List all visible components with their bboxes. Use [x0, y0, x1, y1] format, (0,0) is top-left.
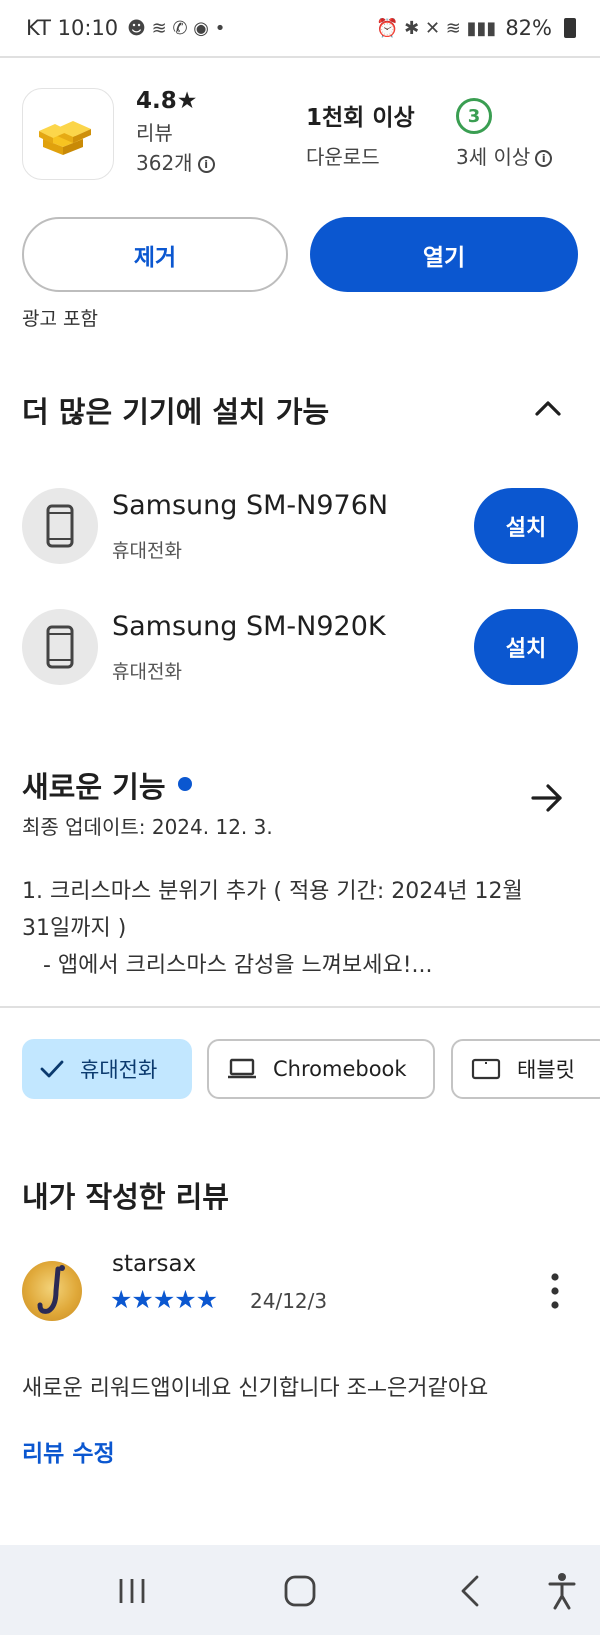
rating-stat[interactable]: 4.8★ 리뷰 362개 i: [136, 88, 215, 178]
age-label-text: 3세 이상: [456, 145, 531, 169]
accessibility-icon: [548, 1573, 576, 1610]
battery-icon: [564, 18, 576, 38]
chip-label: Chromebook: [273, 1057, 407, 1081]
open-button[interactable]: 열기: [310, 217, 578, 292]
navigation-bar: [0, 1545, 600, 1635]
whats-new-title: 새로운 기능: [22, 770, 166, 804]
reviews-count: 362개: [136, 151, 193, 175]
chevron-up-icon[interactable]: [533, 398, 563, 418]
arrow-right-icon[interactable]: [530, 783, 564, 813]
status-left: KT 10:10 ☻ ≋ ✆ ◉ •: [26, 16, 225, 40]
system-status-icons: ⏰ ✱ ✕ ≋ ▮▮▮: [376, 17, 497, 39]
notification-icons: ☻ ≋ ✆ ◉ •: [127, 17, 226, 39]
age-label: 3세 이상 i: [456, 142, 553, 172]
downloads-label: 다운로드: [306, 145, 380, 169]
chip-label: 휴대전화: [80, 1058, 158, 1082]
check-icon: [40, 1060, 64, 1078]
tablet-icon: [471, 1058, 501, 1080]
app-icon: [22, 88, 114, 180]
back-button[interactable]: [450, 1568, 490, 1614]
accessibility-button[interactable]: [542, 1568, 582, 1614]
whats-new-header[interactable]: 새로운 기능: [22, 764, 192, 806]
review-text: 새로운 리워드앱이네요 신기합니다 조ㅗ은거같아요: [22, 1376, 489, 1401]
install-button[interactable]: 설치: [474, 609, 578, 685]
device-name: Samsung SM-N976N: [112, 490, 389, 521]
new-indicator-dot: [177, 777, 192, 791]
rating-value: 4.8★: [136, 88, 198, 114]
whats-new-line: 31일까지 ): [22, 916, 127, 941]
install-button[interactable]: 설치: [474, 488, 578, 564]
whats-new-line: 1. 크리스마스 분위기 추가 ( 적용 기간: 2024년 12월: [22, 879, 523, 904]
more-vert-icon[interactable]: [547, 1271, 563, 1311]
saxophone-icon: [37, 1265, 65, 1314]
device-name: Samsung SM-N920K: [112, 611, 386, 642]
chip-chromebook[interactable]: Chromebook: [207, 1039, 435, 1099]
whats-new-text: 1. 크리스마스 분위기 추가 ( 적용 기간: 2024년 12월 31일까지…: [22, 873, 572, 984]
recent-apps-button[interactable]: [112, 1568, 152, 1614]
info-icon[interactable]: i: [197, 156, 215, 173]
home-icon: [284, 1575, 316, 1607]
recents-icon: [119, 1579, 145, 1603]
remove-button[interactable]: 제거: [22, 217, 288, 292]
info-icon[interactable]: i: [535, 150, 553, 167]
downloads-stat: 1천회 이상 다운로드: [306, 98, 415, 172]
star-rating: ★★★★★: [110, 1285, 218, 1314]
phone-icon: [22, 609, 98, 685]
reviews-label: 리뷰 362개 i: [136, 118, 215, 178]
home-button[interactable]: [280, 1568, 320, 1614]
reviews-label-text: 리뷰: [136, 121, 173, 145]
phone-icon: [22, 488, 98, 564]
ad-notice: 광고 포함: [22, 308, 98, 330]
last-updated: 최종 업데이트: 2024. 12. 3.: [22, 815, 273, 839]
back-icon: [461, 1575, 479, 1607]
gold-bars-icon: [39, 121, 91, 155]
status-bar: KT 10:10 ☻ ≋ ✆ ◉ • ⏰ ✱ ✕ ≋ ▮▮▮ 82%: [0, 0, 600, 58]
app-info: 4.8★ 리뷰 362개 i 1천회 이상 다운로드 3 3세 이상 i: [22, 88, 582, 184]
chip-phone[interactable]: 휴대전화: [22, 1039, 192, 1099]
device-type: 휴대전화: [112, 661, 182, 683]
divider: [0, 1006, 600, 1008]
more-devices-title: 더 많은 기기에 설치 가능: [22, 395, 330, 429]
review-date: 24/12/3: [250, 1289, 328, 1313]
downloads-value: 1천회 이상: [306, 105, 415, 131]
device-row: Samsung SM-N976N 휴대전화 설치: [22, 488, 578, 564]
device-row: Samsung SM-N920K 휴대전화 설치: [22, 609, 578, 685]
age-rating-stat[interactable]: 3 3세 이상 i: [456, 98, 553, 172]
avatar: [22, 1261, 82, 1321]
chip-tablet[interactable]: 태블릿: [451, 1039, 600, 1099]
carrier-time: KT 10:10: [26, 16, 119, 40]
status-right: ⏰ ✱ ✕ ≋ ▮▮▮ 82%: [376, 16, 576, 40]
battery-percent: 82%: [505, 16, 552, 40]
laptop-icon: [228, 1058, 256, 1079]
edit-review-link[interactable]: 리뷰 수정: [22, 1434, 115, 1468]
device-type: 휴대전화: [112, 540, 182, 562]
chip-label: 태블릿: [517, 1058, 575, 1082]
age-rating-badge: 3: [456, 98, 492, 134]
whats-new-line: - 앱에서 크리스마스 감성을 느껴보세요!...: [22, 953, 433, 978]
reviewer-name: starsax: [112, 1251, 197, 1277]
my-review-title: 내가 작성한 리뷰: [22, 1180, 229, 1214]
